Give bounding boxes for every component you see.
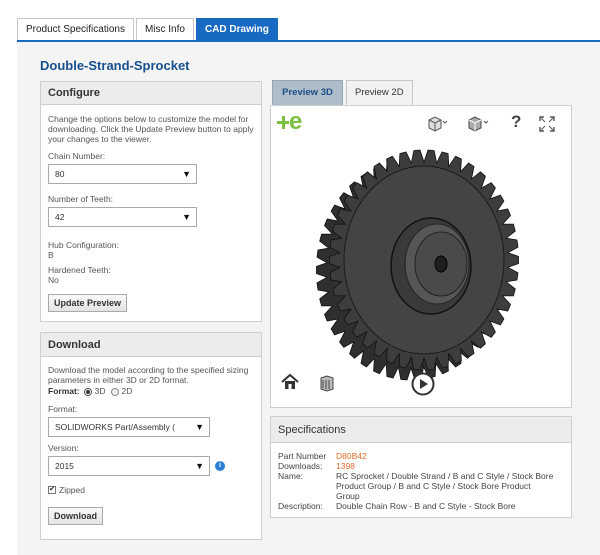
radio-3d[interactable] [83, 387, 92, 396]
downloads-value: 1398 [336, 461, 355, 471]
tab-preview-2d[interactable]: Preview 2D [346, 80, 413, 106]
format-radio-label: Format: [48, 386, 80, 396]
radio-2d[interactable] [110, 387, 119, 396]
chevron-down-icon: ▼ [195, 461, 204, 471]
tab-preview-3d[interactable]: Preview 3D [272, 80, 343, 106]
update-preview-button[interactable]: Update Preview [48, 294, 128, 312]
hub-label: Hub Configuration: [48, 240, 119, 250]
play-icon[interactable] [411, 372, 435, 396]
part-number-label: Part Number [278, 451, 327, 461]
hardened-value: No [48, 275, 59, 285]
chevron-down-icon: ▼ [195, 422, 204, 432]
configure-description: Change the options below to customize th… [48, 114, 254, 144]
name-value: RC Sprocket / Double Strand / B and C St… [336, 471, 554, 501]
model-viewer[interactable]: e ? [270, 105, 572, 408]
download-button[interactable]: Download [48, 507, 103, 525]
format-field-label: Format: [48, 404, 78, 414]
description-value: Double Chain Row - B and C Style - Stock… [336, 501, 516, 511]
download-description: Download the model according to the spec… [48, 365, 249, 385]
configure-heading: Configure [41, 82, 261, 105]
chevron-down-icon: ▼ [182, 212, 191, 222]
download-panel: Download Download the model according to… [40, 332, 262, 540]
hardened-label: Hardened Teeth: [48, 265, 111, 275]
teeth-value: 42 [55, 212, 65, 222]
home-icon[interactable] [281, 373, 299, 391]
specifications-panel: Specifications Part Number D80B42 Downlo… [270, 416, 572, 518]
specifications-heading: Specifications [271, 417, 571, 443]
tab-product-specifications[interactable]: Product Specifications [17, 18, 134, 41]
hub-value: B [48, 250, 54, 260]
configure-panel: Configure Change the options below to cu… [40, 81, 262, 322]
zipped-label: Zipped [59, 485, 85, 495]
info-icon[interactable]: i [215, 461, 225, 471]
version-label: Version: [48, 443, 79, 453]
format-select[interactable]: SOLIDWORKS Part/Assembly ( ▼ [48, 417, 210, 437]
part-number-value: D80B42 [336, 451, 367, 461]
radio-3d-label: 3D [94, 386, 106, 396]
chevron-down-icon: ▼ [182, 169, 191, 179]
version-value: 2015 [55, 461, 74, 471]
description-label: Description: [278, 501, 323, 511]
version-select[interactable]: 2015 ▼ [48, 456, 210, 476]
top-tab-bar: Product Specifications Misc Info CAD Dra… [17, 18, 280, 41]
format-value: SOLIDWORKS Part/Assembly ( [55, 422, 175, 432]
downloads-label: Downloads: [278, 461, 323, 471]
name-label: Name: [278, 471, 304, 481]
parts-icon[interactable] [318, 374, 336, 392]
tab-misc-info[interactable]: Misc Info [135, 18, 194, 41]
teeth-label: Number of Teeth: [48, 194, 114, 204]
teeth-select[interactable]: 42 ▼ [48, 207, 197, 227]
radio-2d-label: 2D [121, 386, 133, 396]
tab-cad-drawing[interactable]: CAD Drawing [195, 18, 278, 41]
chain-number-select[interactable]: 80 ▼ [48, 164, 197, 184]
download-heading: Download [41, 333, 261, 357]
chain-number-label: Chain Number: [48, 151, 106, 161]
chain-number-value: 80 [55, 169, 65, 179]
page-title: Double-Strand-Sprocket [40, 58, 190, 73]
zipped-checkbox[interactable]: ✔ [48, 486, 56, 494]
sprocket-model [316, 149, 519, 381]
